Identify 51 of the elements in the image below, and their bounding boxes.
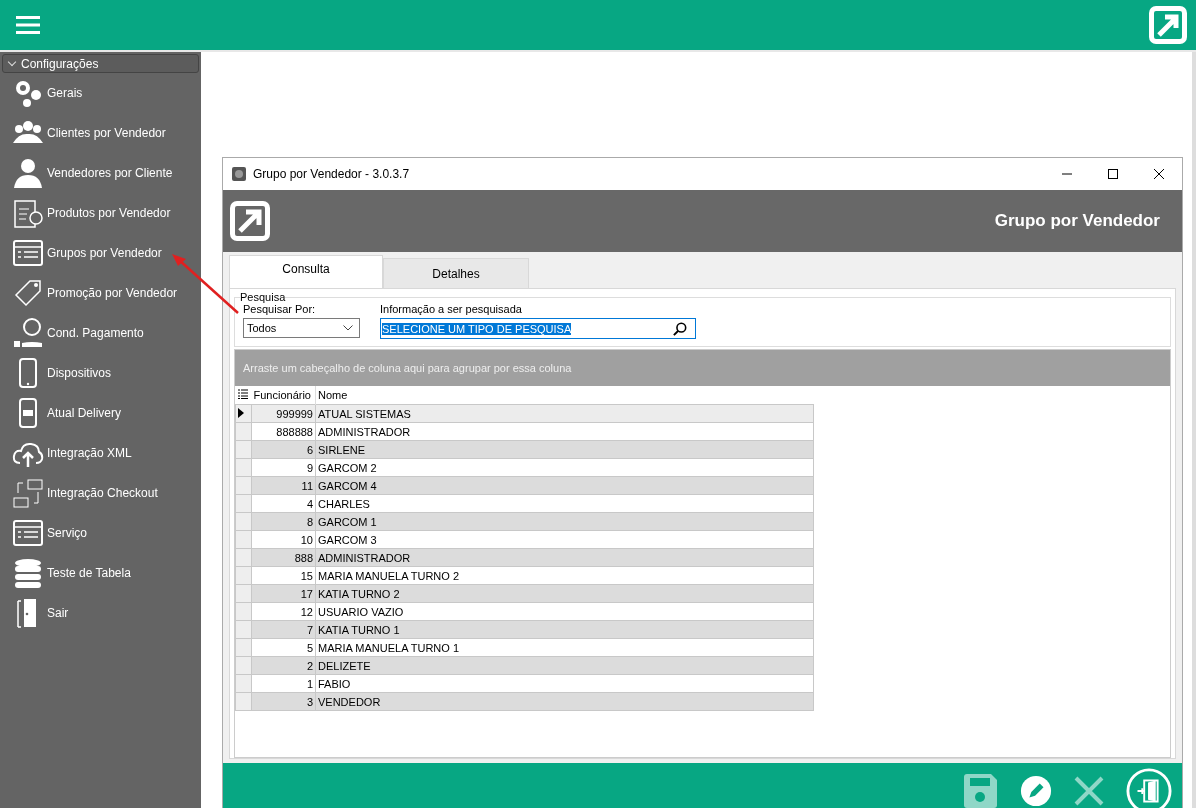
menu-icon[interactable]: [16, 15, 40, 35]
field-label: Pesquisar Por:: [243, 303, 317, 315]
sidebar-item[interactable]: Atual Delivery: [2, 393, 199, 433]
sidebar-item[interactable]: Gerais: [2, 73, 199, 113]
sidebar-item[interactable]: Produtos por Vendedor: [2, 193, 199, 233]
table-row[interactable]: 999999 ATUAL SISTEMAS: [235, 404, 814, 423]
column-header[interactable]: Nome: [315, 386, 814, 405]
exit-door-icon: [1126, 767, 1172, 808]
sidebar-item[interactable]: Clientes por Vendedor: [2, 113, 199, 153]
close-icon[interactable]: [1154, 169, 1164, 179]
window-title: Grupo por Vendedor - 3.0.3.7: [253, 167, 410, 181]
tag-icon: [12, 277, 44, 309]
sidebar-item[interactable]: Teste de Tabela: [2, 553, 199, 593]
header-title: Grupo por Vendedor: [994, 211, 1160, 231]
search-icon: [673, 321, 687, 336]
sidebar-item[interactable]: Vendedores por Cliente: [2, 153, 199, 193]
section-header[interactable]: Configurações: [2, 54, 199, 73]
sidebar-item[interactable]: Sair: [2, 593, 199, 633]
maximize-icon[interactable]: [1108, 169, 1118, 179]
sidebar-item[interactable]: Integração XML: [2, 433, 199, 473]
exit-button[interactable]: [1126, 767, 1172, 808]
arrow-logo-icon: [230, 201, 270, 241]
arrow-logo-icon: [1148, 5, 1188, 45]
group-hint: Arraste um cabeçalho de coluna aqui para agrupar por essa coluna: [243, 362, 572, 374]
person-icon: [12, 157, 44, 189]
column-header[interactable]: Funcionário: [251, 386, 316, 405]
app-icon: [231, 166, 247, 182]
tab[interactable]: Detalhes: [383, 258, 529, 288]
row-pointer-icon: [238, 407, 244, 418]
table-cell: 999999: [251, 404, 316, 423]
caret-icon: [343, 325, 353, 331]
sidebar-item[interactable]: Grupos por Vendedor: [2, 233, 199, 273]
list-window-icon: [12, 237, 44, 269]
field-label: Informação a ser pesquisada: [380, 303, 523, 315]
sync-icon: [12, 477, 44, 509]
sidebar-item[interactable]: Dispositivos: [2, 353, 199, 393]
sidebar-item[interactable]: Cond. Pagamento: [2, 313, 199, 353]
search-field[interactable]: SELECIONE UM TIPO DE PESQUISA: [380, 318, 696, 339]
sidebar-item[interactable]: Integração Checkout: [2, 473, 199, 513]
table-cell: ATUAL SISTEMAS: [315, 404, 814, 423]
edit-button[interactable]: [1020, 774, 1052, 807]
search-by-dropdown[interactable]: Todos: [243, 318, 360, 338]
close-icon: [1074, 775, 1104, 806]
column-chooser-icon[interactable]: [237, 389, 248, 399]
sidebar-item[interactable]: Promoção por Vendedor: [2, 273, 199, 313]
database-icon: [12, 557, 44, 589]
list-window-icon: [12, 517, 44, 549]
tab[interactable]: Consulta: [229, 255, 383, 288]
clipboard-icon: [12, 197, 44, 229]
sidebar-item[interactable]: Serviço: [2, 513, 199, 553]
group-title: Pesquisa: [240, 291, 286, 303]
